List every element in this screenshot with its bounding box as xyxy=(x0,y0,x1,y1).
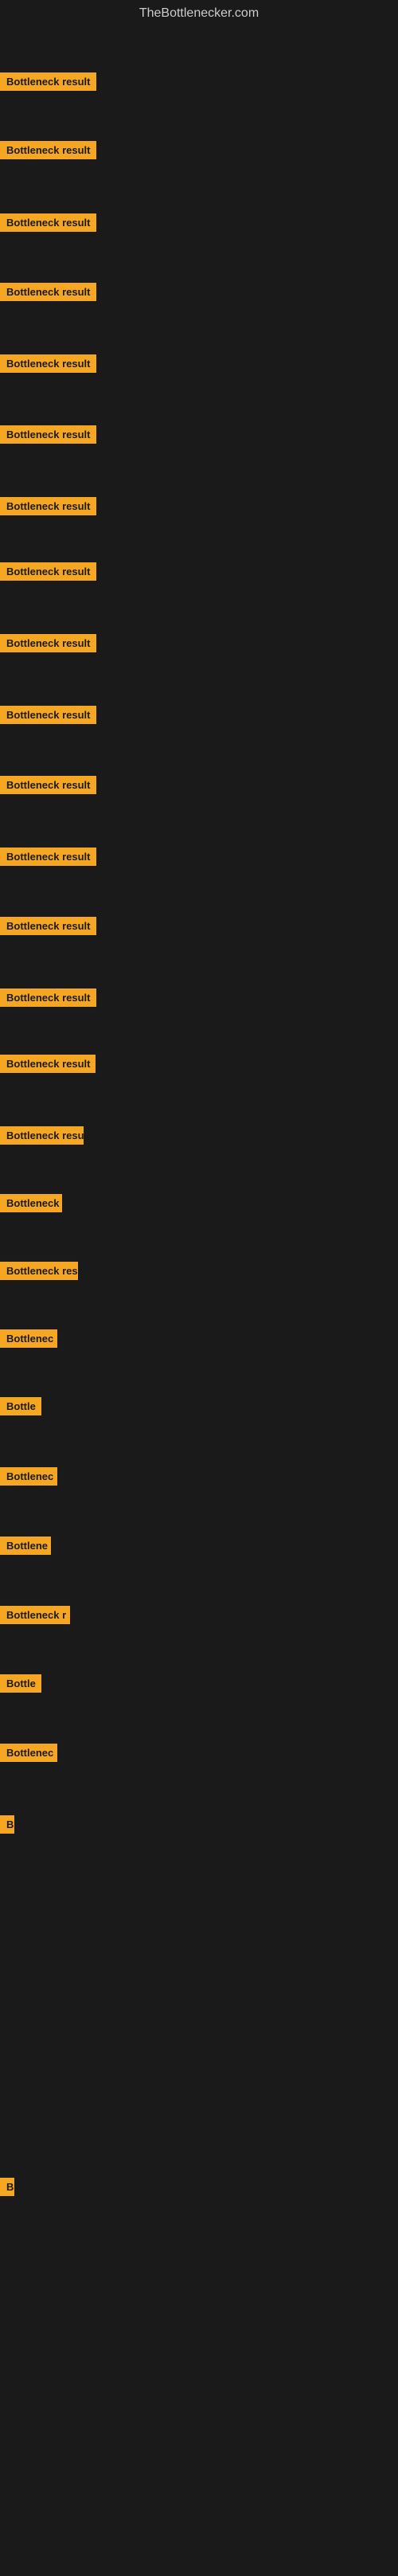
bottleneck-badge[interactable]: Bottleneck res xyxy=(0,1262,78,1280)
list-item[interactable]: Bottleneck result xyxy=(0,634,96,656)
list-item[interactable]: Bottle xyxy=(0,1674,41,1697)
list-item[interactable]: Bottleneck result xyxy=(0,497,96,519)
bottleneck-badge[interactable]: Bottleneck result xyxy=(0,72,96,91)
bottleneck-badge[interactable]: Bottlenec xyxy=(0,1329,57,1348)
bottleneck-badge[interactable]: Bottleneck result xyxy=(0,848,96,866)
list-item[interactable]: Bottleneck result xyxy=(0,141,96,163)
list-item[interactable]: Bottleneck res xyxy=(0,1262,78,1284)
bottleneck-badge[interactable]: Bottleneck result xyxy=(0,917,96,935)
bottleneck-list: Bottleneck result Bottleneck result Bottle… xyxy=(0,27,398,2576)
list-item[interactable]: Bottle xyxy=(0,1397,41,1419)
bottleneck-badge[interactable]: Bottleneck result xyxy=(0,354,96,373)
bottleneck-badge[interactable]: Bottleneck r xyxy=(0,1606,70,1624)
bottleneck-badge[interactable]: Bottleneck result xyxy=(0,1055,96,1073)
bottleneck-badge[interactable]: Bottlenec xyxy=(0,1467,57,1486)
list-item[interactable]: Bottleneck result xyxy=(0,706,96,728)
bottleneck-badge[interactable]: Bottleneck result xyxy=(0,989,96,1007)
bottleneck-badge[interactable]: Bottleneck result xyxy=(0,497,96,515)
list-item[interactable]: Bottleneck result xyxy=(0,1055,96,1077)
bottleneck-badge[interactable]: Bottleneck result xyxy=(0,283,96,301)
bottleneck-badge[interactable]: B xyxy=(0,1815,14,1834)
list-item[interactable]: Bottleneck r xyxy=(0,1606,70,1628)
bottleneck-badge[interactable]: Bottleneck resu xyxy=(0,1126,84,1145)
list-item[interactable]: B xyxy=(0,2178,14,2200)
bottleneck-badge[interactable]: Bottleneck result xyxy=(0,776,96,794)
list-item[interactable]: Bottlenec xyxy=(0,1329,57,1352)
bottleneck-badge[interactable]: Bottlenec xyxy=(0,1744,57,1762)
list-item[interactable]: Bottleneck xyxy=(0,1194,62,1216)
list-item[interactable]: Bottlenec xyxy=(0,1467,57,1490)
list-item[interactable]: Bottleneck result xyxy=(0,213,96,236)
list-item[interactable]: Bottleneck result xyxy=(0,283,96,305)
site-title: TheBottlenecker.com xyxy=(0,0,398,27)
list-item[interactable]: Bottleneck resu xyxy=(0,1126,84,1149)
list-item[interactable]: Bottleneck result xyxy=(0,776,96,798)
list-item[interactable]: Bottleneck result xyxy=(0,72,96,95)
list-item[interactable]: Bottleneck result xyxy=(0,989,96,1011)
bottleneck-badge[interactable]: Bottleneck result xyxy=(0,213,96,232)
list-item[interactable]: Bottleneck result xyxy=(0,562,96,585)
bottleneck-badge[interactable]: Bottleneck result xyxy=(0,141,96,159)
bottleneck-badge[interactable]: B xyxy=(0,2178,14,2196)
bottleneck-badge[interactable]: Bottleneck result xyxy=(0,706,96,724)
list-item[interactable]: B xyxy=(0,1815,14,1838)
list-item[interactable]: Bottleneck result xyxy=(0,848,96,870)
list-item[interactable]: Bottleneck result xyxy=(0,354,96,377)
bottleneck-badge[interactable]: Bottleneck result xyxy=(0,425,96,444)
list-item[interactable]: Bottleneck result xyxy=(0,917,96,939)
bottleneck-badge[interactable]: Bottleneck result xyxy=(0,634,96,652)
bottleneck-badge[interactable]: Bottle xyxy=(0,1674,41,1693)
list-item[interactable]: Bottlene xyxy=(0,1537,51,1559)
bottleneck-badge[interactable]: Bottle xyxy=(0,1397,41,1415)
bottleneck-badge[interactable]: Bottlene xyxy=(0,1537,51,1555)
list-item[interactable]: Bottleneck result xyxy=(0,425,96,448)
bottleneck-badge[interactable]: Bottleneck xyxy=(0,1194,62,1212)
bottleneck-badge[interactable]: Bottleneck result xyxy=(0,562,96,581)
list-item[interactable]: Bottlenec xyxy=(0,1744,57,1766)
